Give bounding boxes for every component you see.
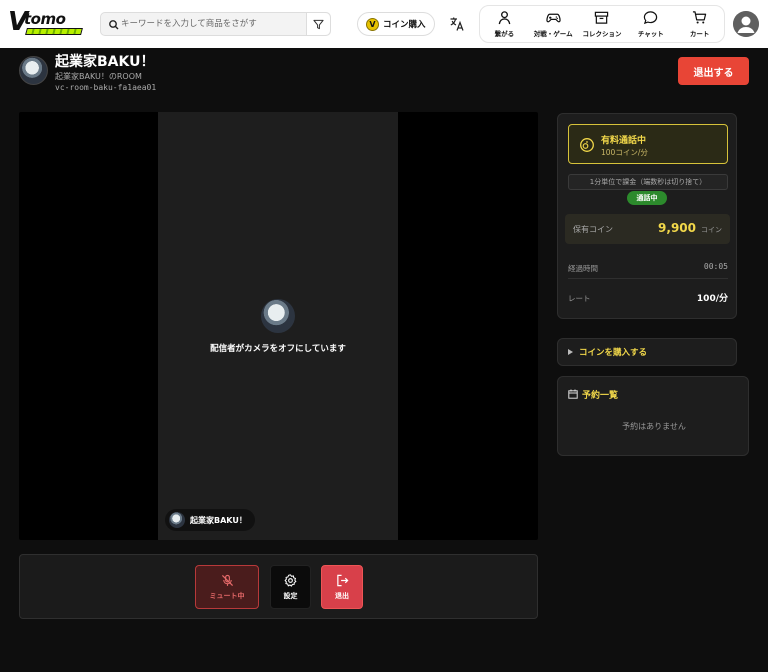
logo-text: tomo [24,10,66,28]
call-status-panel: 有料通話中 100コイン/分 1分単位で課金（端数秒は切り捨て） 通話中 保有コ… [557,113,737,319]
mic-off-icon [221,574,233,586]
elapsed-time-label: 経過時間 [568,264,598,273]
chevron-right-icon [568,349,573,355]
user-avatar-button[interactable] [733,11,759,37]
elapsed-time-row: 経過時間 00:05 [568,261,728,275]
cart-icon [693,11,707,24]
nav-chat[interactable]: チャット [626,6,675,42]
nav-cart[interactable]: カート [675,6,724,42]
room-subtitle: 起業家BAKU！のROOM [55,72,142,81]
reservations-empty-message: 予約はありません [622,422,686,431]
buy-coins-label: コインを購入する [579,348,648,358]
logo-bar [25,28,83,35]
rate-label: レート [568,294,591,303]
host-video-tile: 配信者がカメラをオフにしています 起業家BAKU！ [158,112,398,540]
translate-icon [450,17,464,31]
coin-purchase-label: コイン購入 [383,20,426,30]
exit-label: 退出 [335,591,349,600]
paid-call-box: 有料通話中 100コイン/分 [568,124,728,164]
reservations-panel: 予約一覧 予約はありません [557,376,749,456]
nav-label: 対戦・ゲーム [533,30,573,38]
exit-icon [336,574,348,586]
translate-button[interactable] [447,14,467,34]
coin-balance-value: 9,900 [658,221,696,235]
call-status-badge: 通話中 [627,191,667,205]
leave-room-button[interactable]: 退出する [678,57,749,85]
elapsed-time-value: 00:05 [703,262,728,271]
archive-icon [595,11,609,24]
nav-label: 繋がる [494,30,515,38]
chat-icon [644,11,658,25]
search-box [100,12,331,36]
filter-icon [313,19,324,29]
nav-collection[interactable]: コレクション [578,6,627,42]
mute-label: ミュート中 [209,591,245,600]
coin-balance-unit: コイン [701,226,722,234]
host-avatar [261,299,295,333]
rate-row: レート 100/分 [568,291,728,305]
search-icon [109,20,119,30]
nav-connect[interactable]: 繋がる [480,6,529,42]
paid-call-rate: 100コイン/分 [601,148,648,157]
settings-button[interactable]: 設定 [270,565,311,609]
settings-label: 設定 [283,591,298,600]
nav-label: コレクション [582,30,622,38]
coin-balance-label: 保有コイン [573,225,613,234]
coin-purchase-button[interactable]: V コイン購入 [357,12,435,36]
nav-label: カート [689,30,710,38]
divider [568,278,728,279]
nav-label: チャット [637,30,664,38]
mute-button[interactable]: ミュート中 [195,565,259,609]
main-nav: 繋がる 対戦・ゲーム コレクション チャット カート [479,5,725,43]
search-input[interactable] [121,14,306,34]
rate-value: 100/分 [696,294,728,304]
gear-icon [284,573,297,587]
top-header: V tomo V コイン購入 繋がる [0,0,768,48]
participant-avatar [169,512,185,528]
person-icon [498,11,511,25]
room-id: vc-room-baku-fa1aea01 [55,83,157,92]
call-controls: ミュート中 設定 退出 [19,554,538,619]
camera-off-message: 配信者がカメラをオフにしています [210,344,346,354]
calendar-icon [568,389,578,399]
coin-timer-icon [580,138,594,152]
nav-games[interactable]: 対戦・ゲーム [529,6,578,42]
vtomo-logo[interactable]: V tomo [8,8,84,38]
participant-name-chip: 起業家BAKU！ [165,509,255,531]
room-title: 起業家BAKU！ [55,54,155,70]
exit-button[interactable]: 退出 [321,565,363,609]
filter-button[interactable] [306,13,330,35]
room-avatar [19,56,48,85]
coin-icon: V [366,17,379,31]
reservations-title: 予約一覧 [582,391,619,401]
buy-coins-toggle[interactable]: コインを購入する [557,338,737,366]
user-avatar-icon [733,11,759,37]
participant-name: 起業家BAKU！ [190,515,247,525]
gamepad-icon [546,13,561,23]
coin-balance-row: 保有コイン 9,900 コイン [565,214,730,244]
paid-call-title: 有料通話中 [601,136,647,146]
billing-note: 1分単位で課金（端数秒は切り捨て） [568,174,728,190]
